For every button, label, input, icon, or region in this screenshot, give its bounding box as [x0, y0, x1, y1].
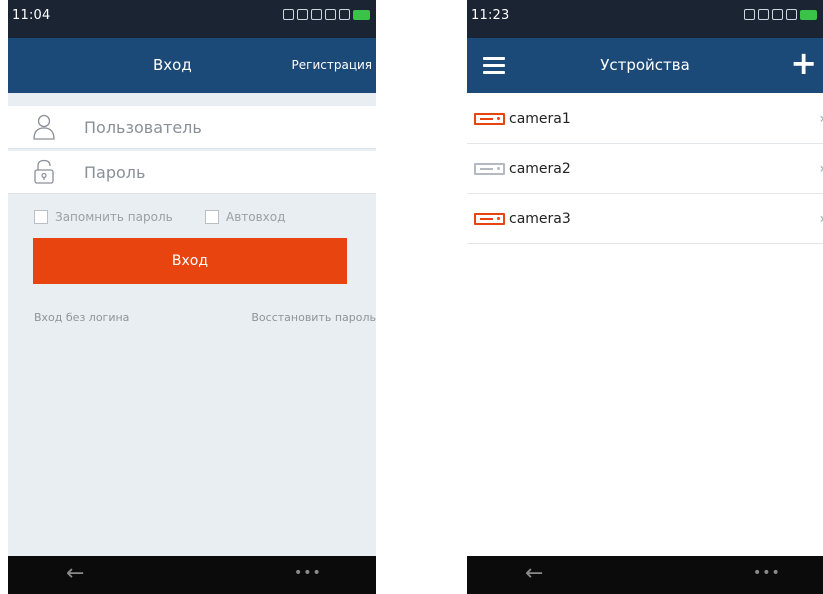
camera-icon-led [497, 117, 500, 120]
wifi-icon [325, 9, 336, 20]
page-title: Устройства [600, 56, 690, 74]
signal-icon [744, 9, 755, 20]
checkbox-box[interactable] [205, 210, 219, 224]
page-title: Вход [153, 56, 192, 74]
register-link[interactable]: Регистрация [292, 38, 372, 93]
camera-icon [474, 113, 505, 125]
vibrate-icon [311, 9, 322, 20]
password-field[interactable]: Пароль [8, 151, 376, 194]
restore-password-link[interactable]: Восстановить пароль [251, 311, 376, 324]
back-arrow-icon[interactable]: ← [66, 561, 84, 586]
vibrate-icon [758, 9, 769, 20]
remember-password-label: Запомнить пароль [55, 210, 173, 224]
lock-icon [34, 159, 54, 184]
menu-line [483, 71, 505, 74]
camera-icon-led [497, 217, 500, 220]
camera-icon-led [497, 167, 500, 170]
login-button[interactable]: Вход [33, 238, 347, 284]
chevron-right-icon: › [819, 144, 823, 194]
status-time: 11:04 [12, 8, 51, 23]
menu-line [483, 64, 505, 67]
system-nav-bar: ← ••• [467, 556, 823, 594]
app-bar: Устройства [467, 38, 823, 93]
status-time: 11:23 [471, 8, 510, 23]
menu-line [483, 57, 505, 60]
add-icon[interactable]: + [790, 43, 817, 83]
more-icon[interactable]: ••• [294, 565, 322, 581]
image-icon [297, 9, 308, 20]
login-screen: 11:04 Вход Регистрация Пользователь Паро… [8, 0, 376, 594]
device-row[interactable]: camera1 › [467, 94, 823, 144]
username-placeholder: Пользователь [84, 118, 202, 137]
user-icon [33, 114, 55, 140]
status-bar: 11:23 [467, 0, 823, 38]
camera-icon [474, 213, 505, 225]
auto-login-checkbox[interactable]: Автовход [205, 208, 285, 226]
battery-icon [800, 9, 817, 20]
status-bar: 11:04 [8, 0, 376, 38]
status-icons [744, 9, 817, 20]
camera-icon [474, 163, 505, 175]
device-name: camera1 [509, 111, 571, 127]
battery-icon [353, 9, 370, 20]
device-row[interactable]: camera2 › [467, 144, 823, 194]
remember-password-checkbox[interactable]: Запомнить пароль [34, 208, 173, 226]
more-icon[interactable]: ••• [753, 565, 781, 581]
menu-icon[interactable] [483, 57, 505, 75]
chevron-right-icon: › [819, 94, 823, 144]
chevron-right-icon: › [819, 194, 823, 244]
device-name: camera2 [509, 161, 571, 177]
devices-screen: 11:23 Устройства + camera1›camera2›camer… [467, 0, 823, 594]
device-name: camera3 [509, 211, 571, 227]
status-icons [283, 9, 370, 20]
no-sim-icon [339, 9, 350, 20]
signal-icon [283, 9, 294, 20]
username-field[interactable]: Пользователь [8, 106, 376, 149]
auto-login-label: Автовход [226, 210, 286, 224]
no-sim-icon [786, 9, 797, 20]
camera-icon-slot [480, 218, 493, 220]
wifi-icon [772, 9, 783, 20]
guest-login-link[interactable]: Вход без логина [34, 311, 129, 324]
device-row[interactable]: camera3 › [467, 194, 823, 244]
back-arrow-icon[interactable]: ← [525, 561, 543, 586]
camera-icon-slot [480, 118, 493, 120]
password-placeholder: Пароль [84, 163, 146, 182]
system-nav-bar: ← ••• [8, 556, 376, 594]
checkbox-box[interactable] [34, 210, 48, 224]
app-bar: Вход Регистрация [8, 38, 376, 93]
camera-icon-slot [480, 168, 493, 170]
